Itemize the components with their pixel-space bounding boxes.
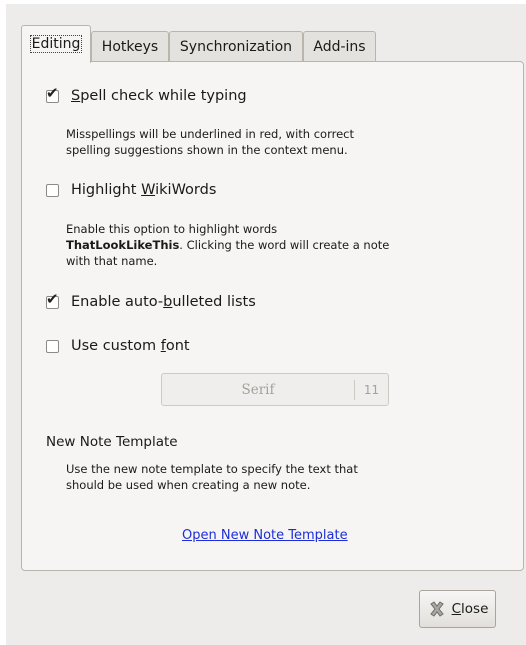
close-x-icon (429, 601, 444, 617)
close-button[interactable]: Close (419, 590, 496, 628)
auto-bulleted-option[interactable]: ✔ Enable auto-bulleted lists (46, 291, 256, 312)
checkmark-icon: ✔ (46, 83, 59, 102)
checkmark-icon: ✔ (46, 289, 59, 308)
preferences-dialog: Editing Hotkeys Synchronization Add-ins … (6, 4, 526, 645)
spell-check-description: Misspellings will be underlined in red, … (66, 127, 354, 157)
wikiwords-description: Enable this option to highlight words Th… (66, 222, 390, 268)
spell-check-option[interactable]: ✔ Spell check while typing (46, 85, 247, 106)
tab-hotkeys[interactable]: Hotkeys (91, 31, 169, 61)
tab-add-ins-label: Add-ins (313, 39, 366, 55)
template-description: Use the new note template to specify the… (66, 462, 358, 492)
open-template-link[interactable]: Open New Note Template (182, 528, 348, 543)
tab-hotkeys-label: Hotkeys (101, 39, 159, 55)
tab-editing[interactable]: Editing (21, 25, 91, 63)
tab-editing-label: Editing (29, 35, 83, 53)
auto-bulleted-checkbox[interactable]: ✔ (46, 291, 59, 309)
wikiwords-label: Highlight WikiWords (71, 182, 217, 198)
tab-add-ins[interactable]: Add-ins (303, 31, 376, 61)
editing-panel: ✔ Spell check while typing Misspellings … (21, 61, 524, 571)
custom-font-label: Use custom font (71, 338, 190, 354)
tab-synchronization-label: Synchronization (179, 39, 293, 55)
font-size-label: 11 (363, 382, 380, 397)
auto-bulleted-label: Enable auto-bulleted lists (71, 294, 256, 310)
spell-check-label: Spell check while typing (71, 88, 247, 104)
custom-font-checkbox[interactable] (46, 339, 59, 353)
spell-check-checkbox[interactable]: ✔ (46, 85, 59, 103)
tab-synchronization[interactable]: Synchronization (169, 31, 303, 61)
wikiwords-option[interactable]: Highlight WikiWords (46, 180, 216, 200)
font-chooser-button[interactable]: Serif 11 (161, 373, 389, 406)
close-label: Close (451, 601, 489, 617)
wikiwords-checkbox[interactable] (46, 183, 59, 197)
font-family-label: Serif (241, 381, 275, 398)
new-note-template-heading: New Note Template (46, 434, 178, 450)
custom-font-option[interactable]: Use custom font (46, 336, 190, 356)
